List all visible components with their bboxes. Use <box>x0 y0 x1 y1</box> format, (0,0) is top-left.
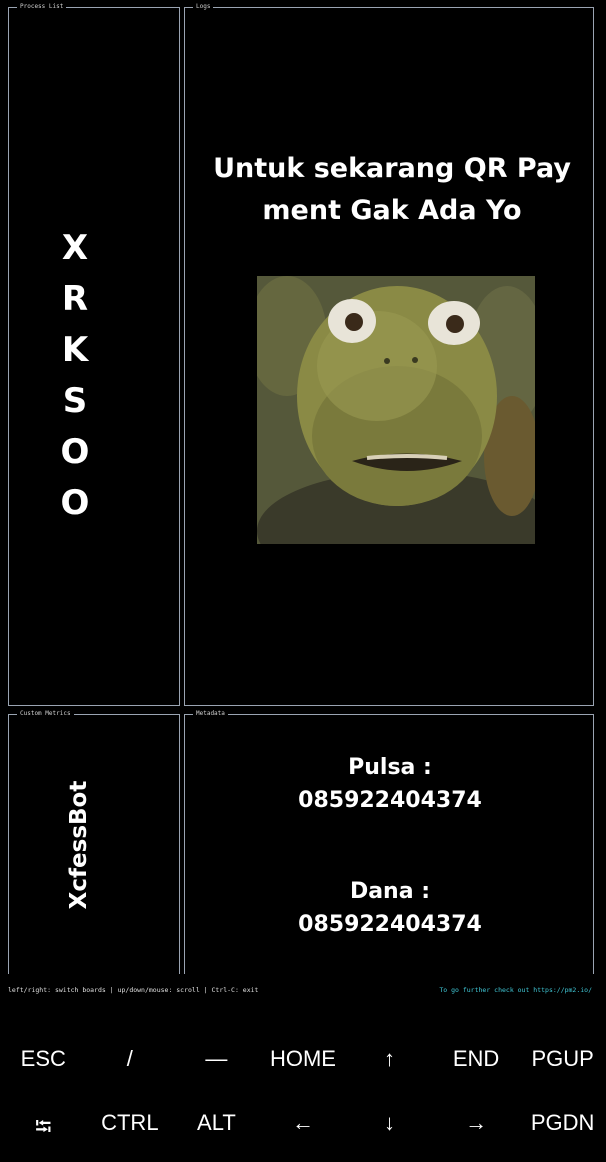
process-letter: O <box>60 483 90 523</box>
logs-message-line: ment Gak Ada Yo <box>262 195 522 226</box>
process-letters: X R K S O O <box>9 223 141 529</box>
turtle-meme-image <box>257 276 535 544</box>
process-letter: R <box>61 279 89 319</box>
end-key[interactable]: END <box>433 1046 520 1072</box>
arrow-left-key[interactable]: ← <box>260 1110 347 1148</box>
esc-key[interactable]: ESC <box>0 1046 87 1072</box>
logs-title: Logs <box>193 1 214 13</box>
process-list-panel[interactable]: Process List X R K S O O <box>8 1 180 706</box>
arrow-down-key[interactable]: ↓ <box>346 1110 433 1148</box>
slash-key[interactable]: / <box>87 1046 174 1072</box>
extra-keys-row-1: ESC / — HOME ↑ END PGUP <box>0 1046 606 1072</box>
arrow-right-key[interactable]: → <box>433 1110 520 1148</box>
home-key[interactable]: HOME <box>260 1046 347 1072</box>
dana-label: Dana : <box>349 879 431 904</box>
keyboard-help-text: left/right: switch boards | up/down/mous… <box>8 986 259 994</box>
pulsa-label: Pulsa : <box>348 755 432 780</box>
metadata-panel[interactable]: Metadata Pulsa : 085922404374 Dana : 085… <box>184 708 595 974</box>
pulsa-info: Pulsa : 085922404374 <box>185 751 595 817</box>
custom-metrics-title: Custom Metrics <box>17 708 74 720</box>
dana-number: 085922404374 <box>298 912 482 937</box>
dash-key[interactable]: — <box>173 1046 260 1072</box>
process-letter: S <box>62 381 88 421</box>
extra-keys-row-2: ⭾ CTRL ALT ← ↓ → PGDN <box>0 1110 606 1148</box>
process-letter: K <box>61 330 89 370</box>
logs-panel[interactable]: Logs Untuk sekarang QR Pay ment Gak Ada … <box>184 1 594 706</box>
pm2-link[interactable]: To go further check out https://pm2.io/ <box>439 986 592 994</box>
terminal-screen: Process List X R K S O O Logs Untuk seka… <box>0 0 606 1162</box>
pgdn-key[interactable]: PGDN <box>519 1110 606 1148</box>
xcfessbot-label: XcfessBot <box>66 780 92 910</box>
pgup-key[interactable]: PGUP <box>519 1046 606 1072</box>
custom-metrics-panel[interactable]: Custom Metrics <box>8 708 180 974</box>
logs-message-line: Untuk sekarang QR Pay <box>213 153 571 184</box>
status-footer: left/right: switch boards | up/down/mous… <box>8 986 592 1000</box>
process-letter: O <box>60 432 90 472</box>
ctrl-key[interactable]: CTRL <box>87 1110 174 1148</box>
dana-info: Dana : 085922404374 <box>185 875 595 941</box>
alt-key[interactable]: ALT <box>173 1110 260 1148</box>
process-list-title: Process List <box>17 1 67 13</box>
process-letter: X <box>61 228 89 268</box>
pulsa-number: 085922404374 <box>298 788 482 813</box>
arrow-up-key[interactable]: ↑ <box>346 1046 433 1072</box>
metadata-title: Metadata <box>193 708 228 720</box>
logs-message: Untuk sekarang QR Pay ment Gak Ada Yo <box>207 148 577 232</box>
tab-key[interactable]: ⭾ <box>0 1110 87 1148</box>
turtle-illustration <box>257 276 535 544</box>
